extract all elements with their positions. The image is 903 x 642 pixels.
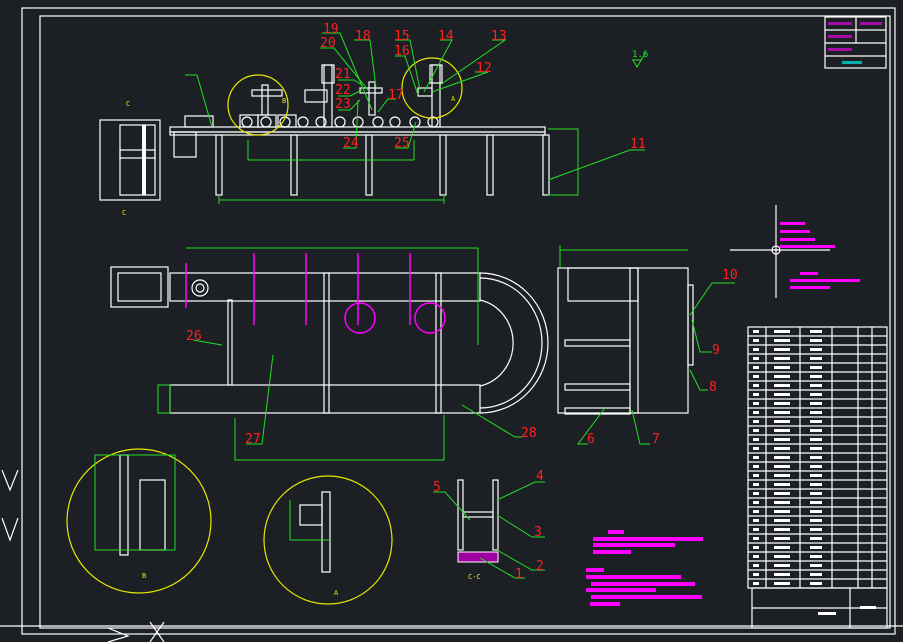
part-number-labels: 1 2 3 4 5 6 7 8 9 10 11 12 13 14 15 16 1… — [186, 22, 738, 582]
technical-notes — [586, 530, 703, 606]
part-number-4: 4 — [536, 469, 544, 484]
part-number-3: 3 — [534, 525, 542, 540]
part-number-23: 23 — [335, 97, 351, 112]
part-number-21: 21 — [335, 67, 351, 82]
section-label-c-top: C — [126, 100, 130, 108]
part-number-19: 19 — [323, 22, 339, 37]
revision-block — [824, 16, 887, 69]
part-number-9: 9 — [712, 343, 720, 358]
title-block — [751, 587, 888, 629]
svg-text:C-C: C-C — [468, 573, 481, 581]
section-label-c-bottom: C — [122, 209, 126, 217]
surface-finish-symbol: 1.6 — [632, 50, 648, 68]
part-number-27: 27 — [245, 432, 261, 447]
part-number-7: 7 — [652, 432, 660, 447]
part-number-8: 8 — [709, 380, 717, 395]
part-number-20: 20 — [320, 36, 336, 51]
part-number-28: 28 — [521, 426, 537, 441]
part-number-22: 22 — [335, 83, 351, 98]
detail-view-b: B — [66, 448, 212, 594]
part-number-18: 18 — [355, 29, 371, 44]
side-view — [557, 245, 694, 415]
part-number-25: 25 — [394, 136, 410, 151]
section-view-c-c — [99, 119, 161, 201]
part-number-16: 16 — [394, 44, 410, 59]
part-number-26: 26 — [186, 329, 202, 344]
part-number-12: 12 — [476, 61, 492, 76]
svg-text:1.6: 1.6 — [632, 50, 648, 60]
part-number-17: 17 — [388, 88, 404, 103]
reference-axes — [730, 205, 860, 298]
rollers — [241, 116, 439, 128]
part-number-15: 15 — [394, 29, 410, 44]
svg-text:A: A — [451, 95, 456, 103]
section-detail-c-c: C-C — [457, 479, 499, 581]
part-number-5: 5 — [433, 480, 441, 495]
svg-text:B: B — [282, 97, 286, 105]
part-number-11: 11 — [630, 137, 646, 152]
plan-view — [110, 247, 549, 461]
svg-text:B: B — [142, 572, 146, 580]
cad-drawing: 1.6 C C B A B A C-C 1 2 3 4 5 6 7 8 9 10… — [0, 7, 903, 642]
part-number-6: 6 — [587, 432, 595, 447]
detail-view-a: A — [263, 475, 393, 605]
svg-text:A: A — [334, 589, 339, 597]
part-number-24: 24 — [343, 136, 359, 151]
drawing-frame — [39, 15, 891, 629]
part-number-2: 2 — [536, 559, 544, 574]
orientation-mark — [107, 621, 165, 642]
orientation-mark — [1, 469, 19, 542]
part-number-13: 13 — [491, 29, 507, 44]
part-number-14: 14 — [438, 29, 454, 44]
part-number-1: 1 — [515, 567, 523, 582]
parts-list-table — [747, 326, 888, 589]
part-number-10: 10 — [722, 268, 738, 283]
